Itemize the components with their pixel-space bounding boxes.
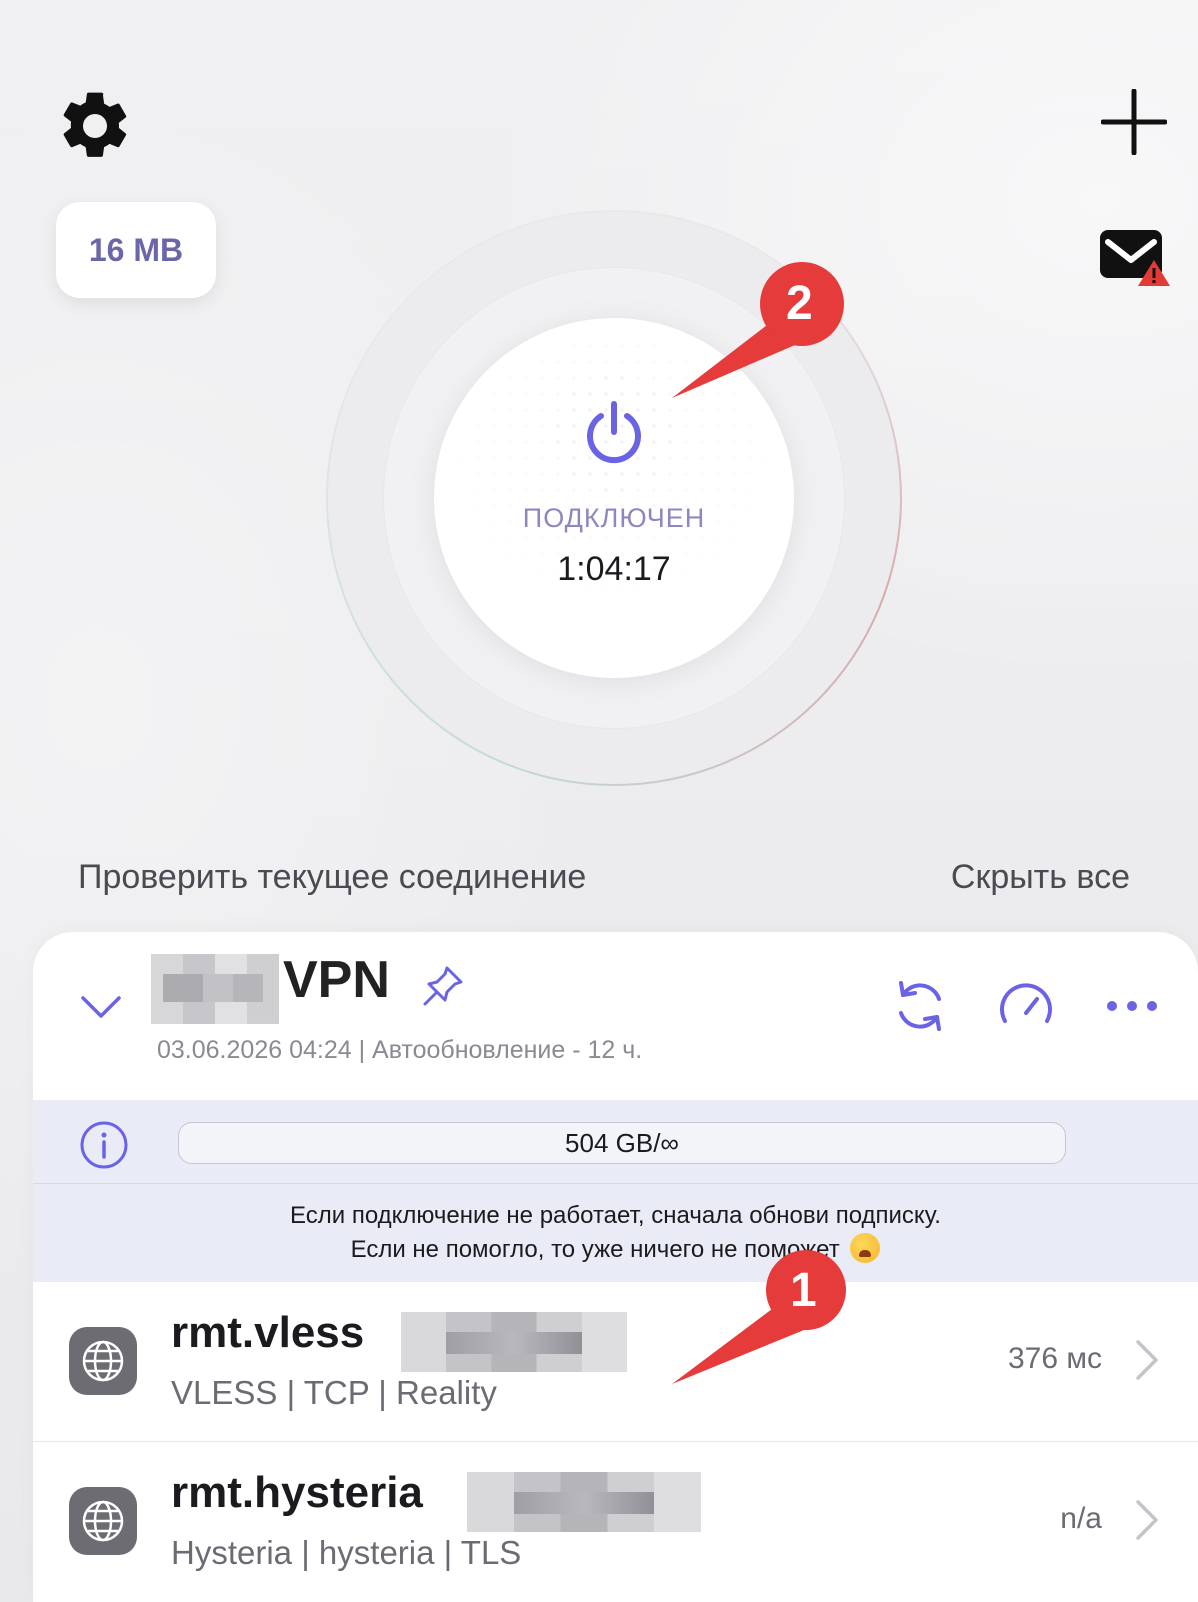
gear-icon[interactable] [55, 86, 135, 166]
chevron-right-icon [1132, 1338, 1162, 1382]
more-icon[interactable] [1102, 976, 1162, 1036]
quota-row: 504 GB/∞ [33, 1100, 1198, 1184]
redacted-server-suffix [401, 1312, 627, 1372]
refresh-icon[interactable] [890, 976, 950, 1036]
server-name: rmt.hysteria [171, 1468, 423, 1517]
power-icon [587, 401, 641, 464]
speedometer-icon[interactable] [996, 976, 1056, 1036]
info-icon[interactable] [79, 1120, 129, 1170]
redacted-server-suffix [467, 1472, 701, 1532]
traffic-usage-chip[interactable]: 16 MB [56, 202, 216, 298]
connection-timer: 1:04:17 [557, 550, 671, 588]
actions-row: Проверить текущее соединение Скрыть все [78, 858, 1130, 897]
chevron-down-icon[interactable] [79, 990, 123, 1024]
quota-bar: 504 GB/∞ [178, 1122, 1066, 1164]
subscription-info: 504 GB/∞ Если подключение не работает, с… [33, 1100, 1198, 1282]
plus-icon[interactable] [1098, 86, 1170, 158]
subscription-actions [890, 976, 1162, 1036]
globe-icon [69, 1487, 137, 1555]
chevron-right-icon [1132, 1498, 1162, 1542]
subscription-card: VPN 03.06.2026 04:24 | Автообновление - … [33, 932, 1198, 1602]
subscription-title: VPN [283, 951, 390, 1009]
notice-line-1: Если подключение не работает, сначала об… [290, 1202, 941, 1229]
connection-status: ПОДКЛЮЧЕН [522, 503, 706, 533]
server-ping: 376 мс [1007, 1342, 1102, 1375]
subscription-header: VPN 03.06.2026 04:24 | Автообновление - … [33, 932, 1198, 1100]
server-row[interactable]: rmt.hysteria Hysteria | hysteria | TLS n… [33, 1442, 1198, 1602]
hide-all-link[interactable]: Скрыть все [951, 858, 1130, 897]
pin-icon[interactable] [421, 964, 465, 1008]
annotation-number-1: 1 [790, 1264, 817, 1317]
subscription-notice: Если подключение не работает, сначала об… [33, 1184, 1198, 1282]
power-button[interactable] [579, 398, 649, 468]
mail-warning-icon[interactable] [1098, 226, 1172, 288]
server-row[interactable]: rmt.vless VLESS | TCP | Reality 376 мс [33, 1282, 1198, 1442]
subscription-meta: 03.06.2026 04:24 | Автообновление - 12 ч… [157, 1036, 643, 1064]
redacted-provider-name [151, 954, 279, 1024]
annotation-arrow-2: 2 [672, 258, 852, 408]
server-ping: n/a [1060, 1502, 1102, 1535]
check-connection-link[interactable]: Проверить текущее соединение [78, 858, 586, 897]
server-name: rmt.vless [171, 1308, 365, 1357]
annotation-number-2: 2 [786, 277, 813, 330]
server-protocol: Hysteria | hysteria | TLS [171, 1534, 522, 1571]
globe-icon [69, 1327, 137, 1395]
server-protocol: VLESS | TCP | Reality [171, 1374, 497, 1411]
annotation-arrow-1: 1 [672, 1250, 862, 1390]
